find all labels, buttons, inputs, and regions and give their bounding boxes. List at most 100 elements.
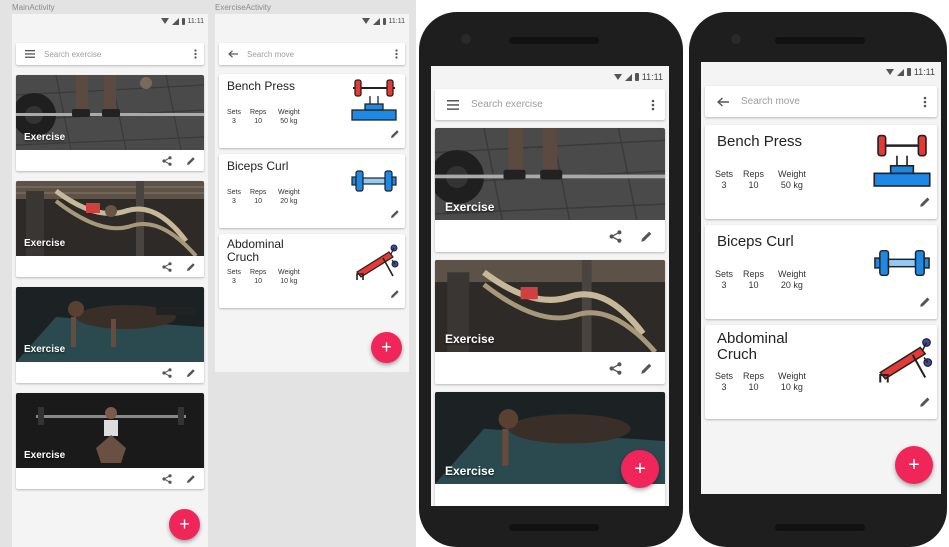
stage: MainActivity ExerciseActivity 11:11 Sear… bbox=[0, 0, 949, 547]
move-card[interactable]: Bench Press Sets 3 Reps 10 Weight 50 kg bbox=[219, 74, 405, 148]
more-options-icon[interactable] bbox=[641, 99, 665, 111]
card-actions bbox=[16, 256, 204, 277]
front-camera bbox=[461, 34, 471, 44]
move-name: Bench Press bbox=[227, 79, 296, 93]
exercise-activity-screen-large: 11:11 Search move Bench Press Sets 3 Reps… bbox=[701, 62, 941, 494]
reps-stat: Reps 10 bbox=[250, 189, 267, 205]
exercise-card[interactable]: Exercise bbox=[16, 75, 204, 171]
wifi-icon bbox=[160, 18, 169, 24]
status-bar: 11:11 bbox=[12, 14, 208, 28]
weight-stat: Weight 10 kg bbox=[778, 371, 806, 393]
add-move-button[interactable]: + bbox=[895, 446, 933, 484]
edit-icon[interactable] bbox=[390, 286, 400, 304]
share-icon[interactable] bbox=[162, 367, 172, 378]
add-exercise-button[interactable]: + bbox=[169, 509, 200, 540]
phone-frame-exercise: 11:11 Search move Bench Press Sets 3 Reps… bbox=[689, 12, 947, 547]
sets-stat: Sets 3 bbox=[227, 109, 242, 125]
status-time: 11:11 bbox=[388, 17, 405, 25]
reps-stat: Reps 10 bbox=[250, 109, 267, 125]
search-input[interactable]: Search exercise bbox=[44, 50, 186, 59]
move-card[interactable]: Abdominal Cruch Sets 3 Reps 10 Weight 10 kg bbox=[705, 325, 937, 419]
bench-press-icon bbox=[873, 133, 931, 196]
more-options-icon[interactable] bbox=[913, 96, 937, 108]
share-icon[interactable] bbox=[609, 361, 622, 375]
share-icon[interactable] bbox=[609, 229, 622, 243]
edit-icon[interactable] bbox=[640, 362, 653, 375]
signal-icon bbox=[372, 17, 380, 25]
exercise-card[interactable]: Exercise bbox=[16, 393, 204, 489]
signal-icon bbox=[896, 68, 904, 76]
menu-icon[interactable] bbox=[435, 99, 471, 110]
exercise-activity-screen: 11:11 Search move Bench Press Sets 3 Reps… bbox=[215, 14, 409, 372]
reps-stat: Reps 10 bbox=[250, 269, 267, 285]
search-input[interactable]: Search exercise bbox=[471, 99, 641, 110]
edit-icon[interactable] bbox=[919, 195, 931, 213]
status-bar: 11:11 bbox=[431, 66, 669, 88]
sets-stat: Sets 3 bbox=[715, 371, 734, 393]
status-time: 11:11 bbox=[641, 72, 663, 82]
phone-frame-main: 11:11 Search exercise Exercise Exercise … bbox=[419, 12, 683, 547]
move-name: Abdominal Cruch bbox=[227, 237, 284, 264]
search-bar[interactable]: Search exercise bbox=[435, 89, 665, 120]
card-label: Exercise bbox=[445, 332, 495, 346]
weight-stat: Weight 10 kg bbox=[278, 269, 300, 285]
add-exercise-button[interactable]: + bbox=[621, 450, 659, 488]
reps-stat: Reps 10 bbox=[743, 169, 765, 191]
dumbbell-icon bbox=[351, 168, 397, 199]
card-actions bbox=[435, 352, 665, 384]
edit-icon[interactable] bbox=[186, 474, 196, 484]
card-label: Exercise bbox=[24, 450, 66, 461]
move-card[interactable]: Biceps Curl Sets 3 Reps 10 Weight 20 kg bbox=[705, 225, 937, 319]
battery-icon bbox=[906, 68, 911, 76]
back-arrow-icon[interactable] bbox=[705, 96, 741, 107]
exercise-card[interactable]: Exercise bbox=[16, 287, 204, 383]
search-bar[interactable]: Search move bbox=[705, 86, 937, 117]
exercise-photo-deadlift: Exercise bbox=[16, 75, 204, 150]
more-options-icon[interactable] bbox=[186, 49, 204, 59]
speaker-grille-bottom bbox=[775, 524, 865, 531]
search-input[interactable]: Search move bbox=[741, 96, 913, 107]
menu-icon[interactable] bbox=[16, 50, 44, 58]
signal-icon bbox=[171, 17, 179, 25]
battery-icon bbox=[181, 17, 185, 25]
back-arrow-icon[interactable] bbox=[219, 50, 247, 58]
edit-icon[interactable] bbox=[919, 395, 931, 413]
more-options-icon[interactable] bbox=[387, 49, 405, 59]
status-time: 11:11 bbox=[913, 67, 935, 77]
edit-icon[interactable] bbox=[186, 368, 196, 378]
edit-icon[interactable] bbox=[390, 206, 400, 224]
share-icon[interactable] bbox=[162, 261, 172, 272]
edit-icon[interactable] bbox=[186, 156, 196, 166]
card-label: Exercise bbox=[24, 132, 66, 143]
search-bar[interactable]: Search exercise bbox=[16, 43, 204, 65]
wifi-icon bbox=[613, 74, 622, 80]
share-icon[interactable] bbox=[162, 473, 172, 484]
card-label: Exercise bbox=[445, 464, 495, 478]
weight-stat: Weight 20 kg bbox=[278, 189, 300, 205]
sets-stat: Sets 3 bbox=[715, 169, 734, 191]
move-name: Bench Press bbox=[717, 133, 803, 150]
weight-stat: Weight 20 kg bbox=[778, 269, 806, 291]
main-activity-screen: 11:11 Search exercise Exercise Exercise … bbox=[12, 14, 208, 547]
exercise-card[interactable]: Exercise bbox=[435, 392, 665, 506]
battery-icon bbox=[634, 73, 639, 81]
edit-icon[interactable] bbox=[186, 262, 196, 272]
share-icon[interactable] bbox=[162, 155, 172, 166]
exercise-card[interactable]: Exercise bbox=[435, 128, 665, 252]
add-move-button[interactable]: + bbox=[371, 332, 402, 363]
exercise-activity-label: ExerciseActivity bbox=[215, 3, 272, 12]
exercise-photo-deadlift: Exercise bbox=[435, 128, 665, 220]
exercise-photo-rope: Exercise bbox=[16, 181, 204, 256]
move-card[interactable]: Abdominal Cruch Sets 3 Reps 10 Weight 10 kg bbox=[219, 234, 405, 308]
edit-icon[interactable] bbox=[919, 295, 931, 313]
edit-icon[interactable] bbox=[640, 230, 653, 243]
exercise-card[interactable]: Exercise bbox=[16, 181, 204, 277]
move-card[interactable]: Biceps Curl Sets 3 Reps 10 Weight 20 kg bbox=[219, 154, 405, 228]
exercise-card[interactable]: Exercise bbox=[435, 260, 665, 384]
reps-stat: Reps 10 bbox=[743, 269, 765, 291]
edit-icon[interactable] bbox=[390, 126, 400, 144]
move-card[interactable]: Bench Press Sets 3 Reps 10 Weight 50 kg bbox=[705, 125, 937, 219]
search-input[interactable]: Search move bbox=[247, 50, 387, 59]
wifi-icon bbox=[361, 18, 370, 24]
search-bar[interactable]: Search move bbox=[219, 43, 405, 65]
